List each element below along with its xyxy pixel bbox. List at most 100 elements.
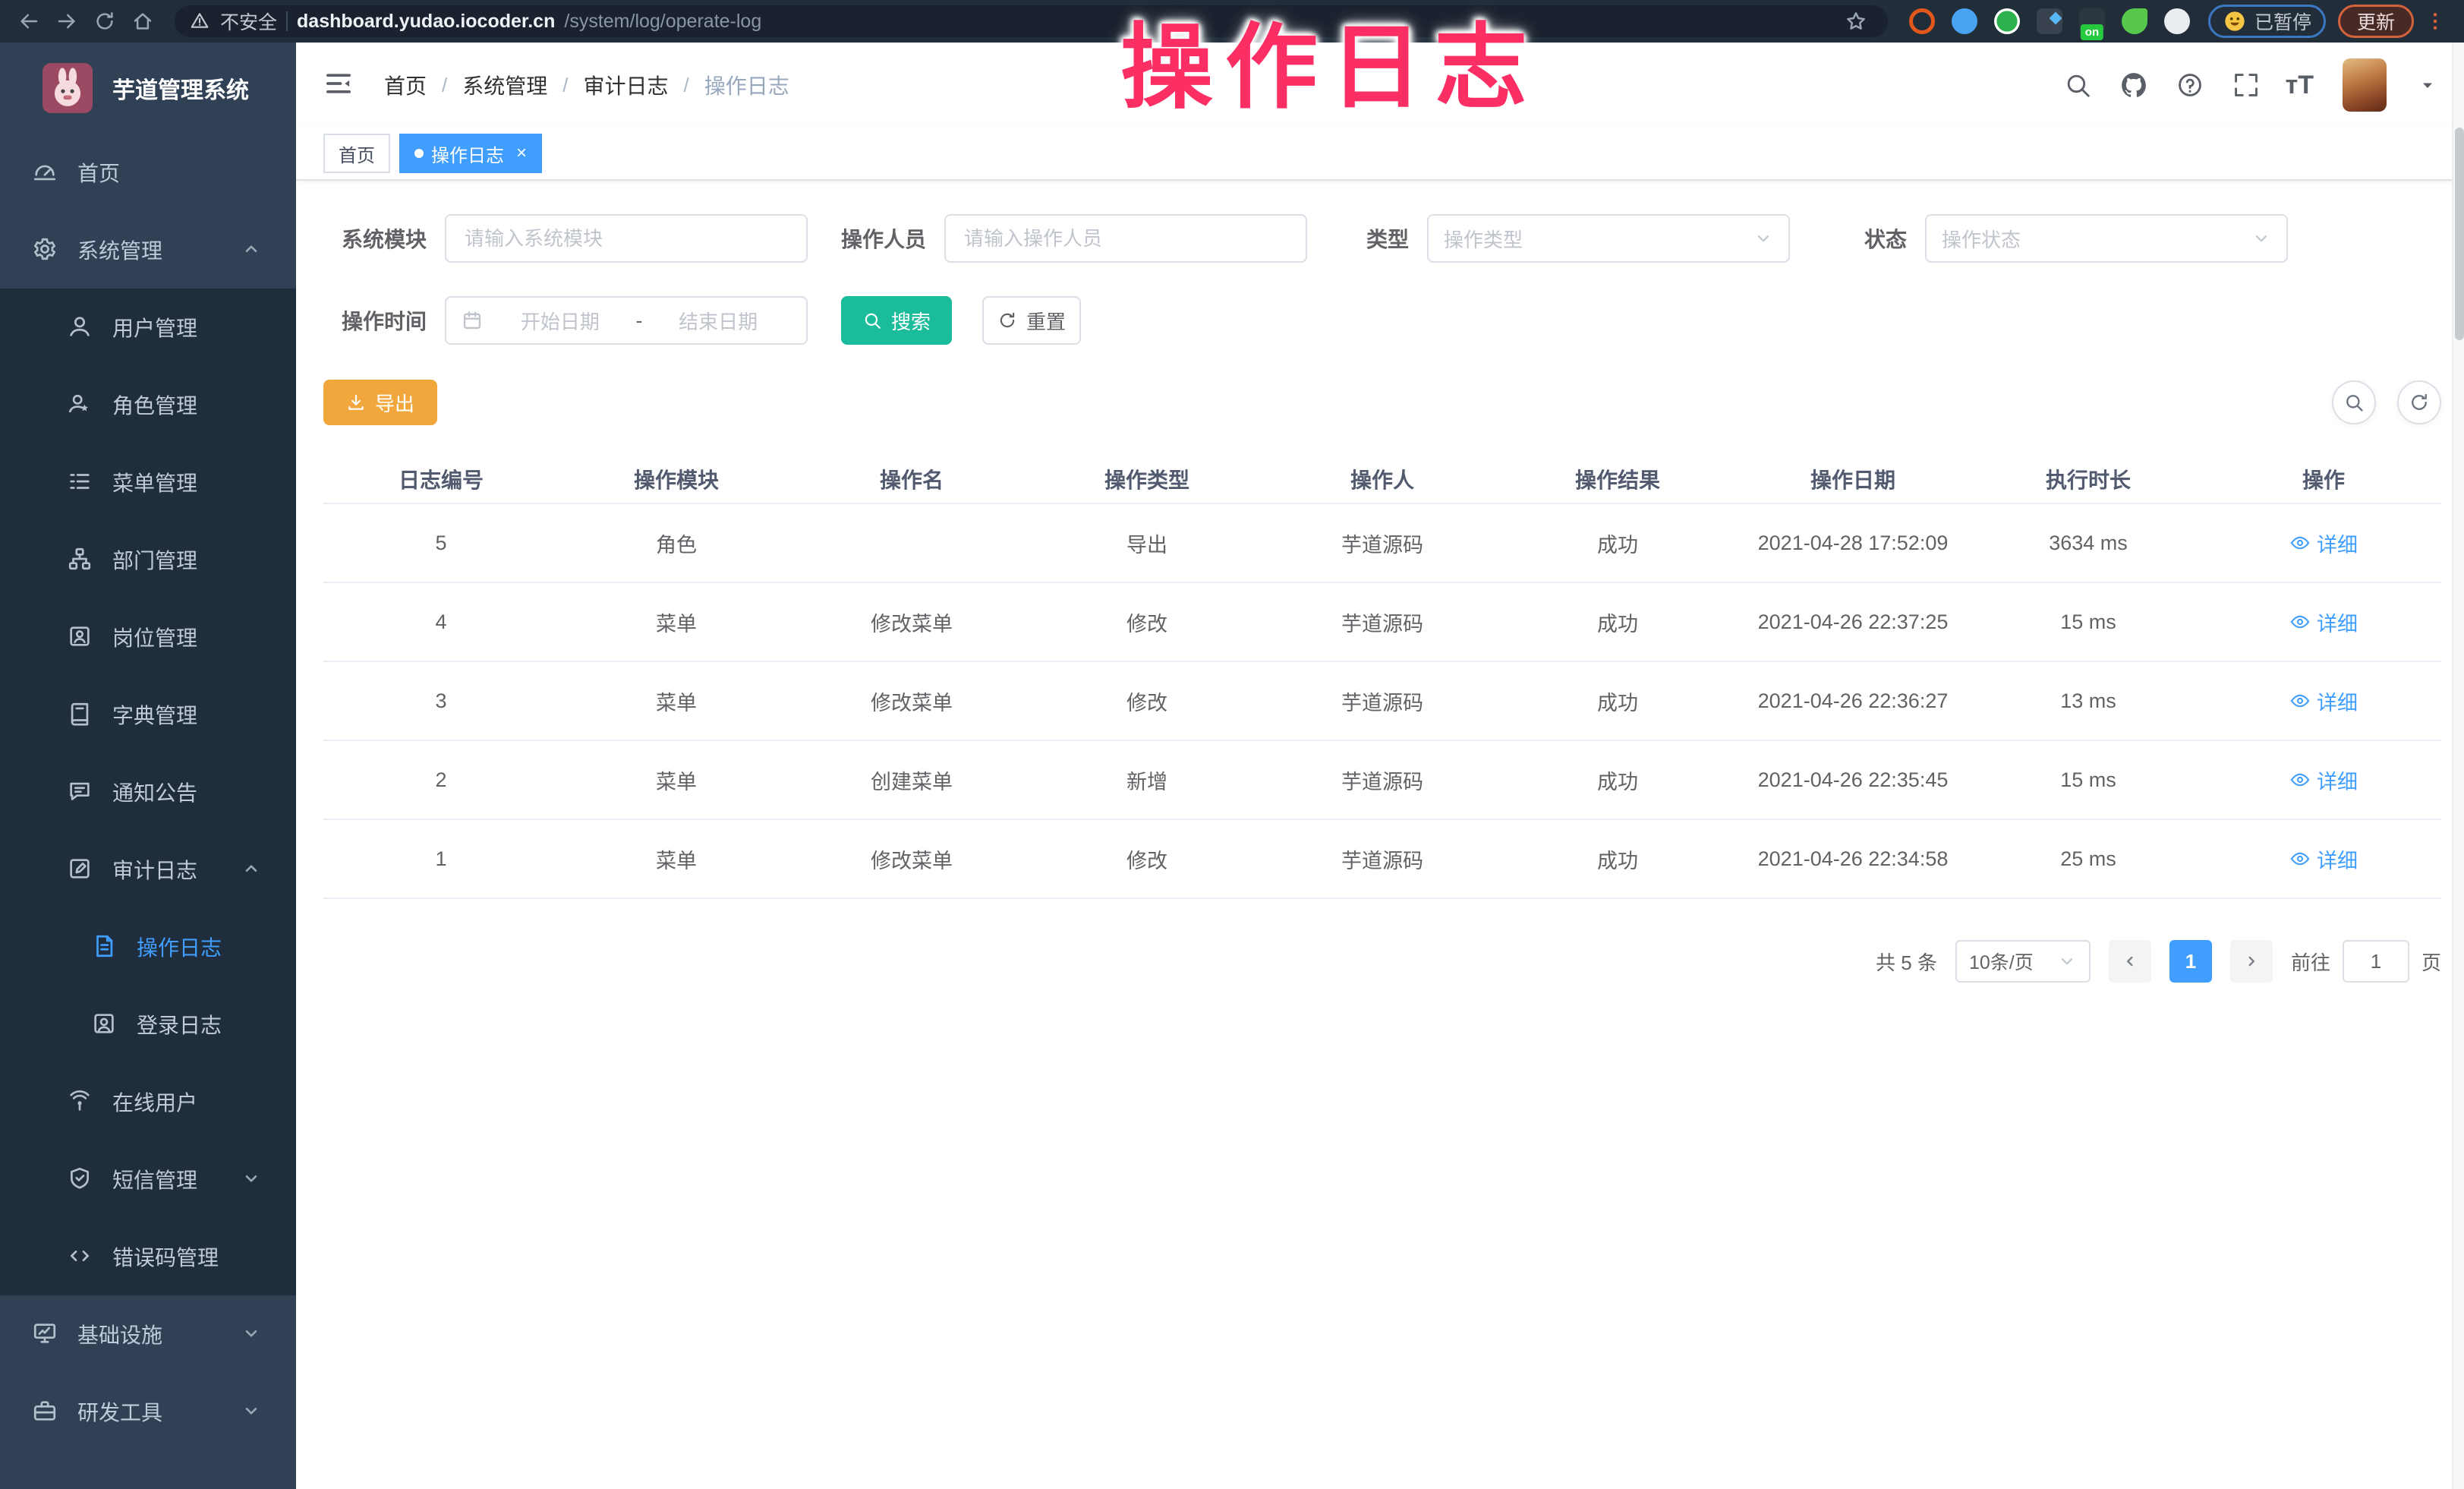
eye-icon (2289, 769, 2311, 790)
table-cell: 修改 (1029, 820, 1265, 898)
extension-icon-2[interactable] (1952, 8, 1977, 34)
type-label: 类型 (1357, 223, 1409, 254)
detail-link-label: 详细 (2317, 686, 2358, 716)
table-header-cell: 操作日期 (1735, 456, 1971, 503)
refresh-table-button[interactable] (2397, 380, 2441, 424)
hamburger-icon[interactable] (323, 68, 357, 102)
next-page-button[interactable] (2230, 940, 2273, 983)
avatar-caret-down-icon[interactable] (2418, 76, 2437, 94)
browser-menu-icon[interactable] (2418, 5, 2452, 38)
app-logo[interactable]: 芋道管理系统 (0, 43, 296, 134)
sidebar-item-label: 用户管理 (112, 312, 296, 342)
tab-home[interactable]: 首页 (323, 134, 390, 173)
table-cell: 菜单 (559, 583, 794, 661)
status-select[interactable]: 操作状态 (1925, 214, 2288, 263)
operator-input[interactable] (944, 214, 1307, 263)
extension-icon-1[interactable] (1909, 8, 1935, 34)
sidebar-item-label: 岗位管理 (112, 622, 296, 652)
goto-label: 前往 (2291, 948, 2330, 976)
extension-icon-3[interactable] (1994, 8, 2020, 34)
reset-button[interactable]: 重置 (982, 296, 1081, 345)
reload-icon[interactable] (88, 5, 121, 38)
font-size-icon[interactable]: тT (2286, 71, 2314, 100)
sidebar-item-4[interactable]: 菜单管理 (0, 443, 296, 521)
tab-operate-log[interactable]: 操作日志 × (399, 134, 542, 173)
page-scrollbar[interactable] (2452, 43, 2464, 1489)
sidebar-item-3[interactable]: 角色管理 (0, 366, 296, 443)
breadcrumb-system[interactable]: 系统管理 (462, 70, 547, 100)
table-cell: 4 (323, 583, 559, 661)
sidebar-item-0[interactable]: 首页 (0, 134, 296, 211)
extension-icon-6[interactable] (2122, 8, 2147, 34)
close-tab-icon[interactable]: × (516, 144, 527, 162)
search-icon[interactable] (2061, 68, 2094, 102)
type-select[interactable]: 操作类型 (1427, 214, 1790, 263)
update-button[interactable]: 更新 (2338, 5, 2414, 38)
not-secure-label[interactable]: 不安全 (220, 8, 277, 35)
home-icon[interactable] (126, 5, 159, 38)
menu-list-icon (67, 468, 94, 496)
extension-icon-5[interactable]: on (2079, 8, 2105, 34)
sidebar-item-6[interactable]: 岗位管理 (0, 598, 296, 676)
module-input[interactable] (445, 214, 808, 263)
browser-chrome: 不安全 dashboard.yudao.iocoder.cn /system/l… (0, 0, 2464, 43)
detail-link[interactable]: 详细 (2289, 686, 2358, 716)
current-page-button[interactable]: 1 (2169, 940, 2212, 983)
sidebar-item-16[interactable]: 研发工具 (0, 1373, 296, 1450)
detail-link[interactable]: 详细 (2289, 765, 2358, 795)
date-range-separator: - (633, 309, 646, 333)
url-host: dashboard.yudao.iocoder.cn (297, 11, 555, 33)
detail-link[interactable]: 详细 (2289, 528, 2358, 558)
sidebar-item-label: 审计日志 (112, 854, 241, 885)
sidebar-item-label: 部门管理 (112, 544, 296, 575)
page-size-select[interactable]: 10条/页 (1955, 940, 2091, 983)
forward-icon[interactable] (50, 5, 83, 38)
sidebar-item-5[interactable]: 部门管理 (0, 521, 296, 598)
detail-link-label: 详细 (2317, 844, 2358, 874)
sidebar-item-9[interactable]: 审计日志 (0, 831, 296, 908)
sidebar-item-1[interactable]: 系统管理 (0, 211, 296, 289)
table-cell: 新增 (1029, 741, 1265, 819)
calendar-icon (462, 310, 483, 331)
fullscreen-icon[interactable] (2229, 68, 2263, 102)
sidebar-item-11[interactable]: 登录日志 (0, 986, 296, 1063)
sidebar-item-8[interactable]: 通知公告 (0, 753, 296, 831)
extension-icon-4[interactable] (2037, 8, 2062, 34)
extension-icon-7[interactable] (2164, 8, 2190, 34)
search-button[interactable]: 搜索 (841, 296, 952, 345)
sidebar-item-14[interactable]: 错误码管理 (0, 1218, 296, 1295)
sidebar-item-12[interactable]: 在线用户 (0, 1063, 296, 1140)
table-cell-action: 详细 (2206, 741, 2441, 819)
sidebar-item-label: 操作日志 (137, 932, 296, 962)
user-avatar[interactable] (2343, 58, 2387, 112)
show-search-button[interactable] (2332, 380, 2376, 424)
gear-icon (32, 236, 59, 263)
export-button[interactable]: 导出 (323, 380, 437, 425)
goto-page-input[interactable] (2343, 940, 2409, 983)
table-cell: 成功 (1500, 820, 1735, 898)
profile-paused-button[interactable]: 已暂停 (2208, 5, 2326, 38)
sidebar-item-15[interactable]: 基础设施 (0, 1295, 296, 1373)
scrollbar-thumb[interactable] (2455, 128, 2464, 340)
help-icon[interactable] (2173, 68, 2207, 102)
detail-link[interactable]: 详细 (2289, 607, 2358, 637)
sidebar-item-label: 短信管理 (112, 1164, 241, 1194)
tab-label: 首页 (339, 140, 375, 167)
sidebar-item-10[interactable]: 操作日志 (0, 908, 296, 986)
address-bar[interactable]: 不安全 dashboard.yudao.iocoder.cn /system/l… (175, 5, 1888, 37)
detail-link[interactable]: 详细 (2289, 844, 2358, 874)
breadcrumb-home[interactable]: 首页 (384, 70, 427, 100)
sidebar-item-2[interactable]: 用户管理 (0, 289, 296, 366)
back-icon[interactable] (12, 5, 46, 38)
table-header-cell: 操作类型 (1029, 456, 1265, 503)
audit-log-icon (67, 856, 94, 883)
table-header-cell: 执行时长 (1971, 456, 2206, 503)
github-icon[interactable] (2117, 68, 2150, 102)
bookmark-star-icon[interactable] (1839, 5, 1873, 38)
prev-page-button[interactable] (2109, 940, 2151, 983)
breadcrumb-audit[interactable]: 审计日志 (584, 70, 669, 100)
sidebar-item-13[interactable]: 短信管理 (0, 1140, 296, 1218)
date-range-picker[interactable]: 开始日期 - 结束日期 (445, 296, 808, 345)
sidebar-item-7[interactable]: 字典管理 (0, 676, 296, 753)
type-select-placeholder: 操作类型 (1444, 225, 1523, 253)
